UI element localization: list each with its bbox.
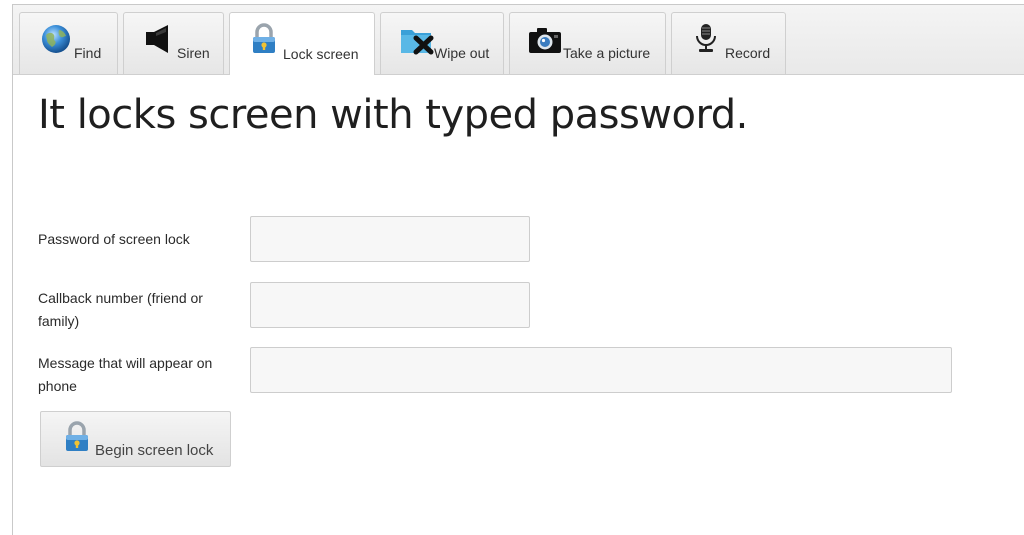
callback-number-input[interactable] bbox=[250, 282, 530, 328]
password-input[interactable] bbox=[250, 216, 530, 262]
globe-icon bbox=[40, 23, 72, 60]
padlock-icon bbox=[250, 23, 278, 60]
camera-icon bbox=[528, 26, 562, 59]
tab-find[interactable]: Find bbox=[19, 12, 118, 74]
message-input[interactable] bbox=[250, 347, 952, 393]
password-label: Password of screen lock bbox=[38, 231, 190, 247]
folder-delete-icon bbox=[399, 25, 435, 60]
tab-label: Siren bbox=[177, 45, 210, 61]
microphone-icon bbox=[694, 22, 718, 59]
speaker-icon bbox=[144, 23, 174, 60]
begin-screen-lock-button[interactable]: Begin screen lock bbox=[40, 411, 231, 467]
tab-label: Find bbox=[74, 45, 102, 61]
tab-label: Wipe out bbox=[434, 45, 490, 61]
tab-take-a-picture[interactable]: Take a picture bbox=[509, 12, 666, 74]
page-headline: It locks screen with typed password. bbox=[38, 92, 748, 138]
tab-record[interactable]: Record bbox=[671, 12, 786, 74]
padlock-icon bbox=[63, 421, 91, 458]
tab-lock-screen[interactable]: Lock screen bbox=[229, 12, 375, 75]
tab-label: Lock screen bbox=[283, 46, 359, 62]
begin-screen-lock-label: Begin screen lock bbox=[95, 442, 214, 459]
tab-siren[interactable]: Siren bbox=[123, 12, 224, 74]
tab-label: Record bbox=[725, 45, 771, 61]
message-label: Message that will appear on phone bbox=[38, 355, 213, 394]
tab-label: Take a picture bbox=[563, 45, 651, 61]
tab-wipe-out[interactable]: Wipe out bbox=[380, 12, 504, 74]
callback-number-label: Callback number (friend or family) bbox=[38, 290, 203, 329]
